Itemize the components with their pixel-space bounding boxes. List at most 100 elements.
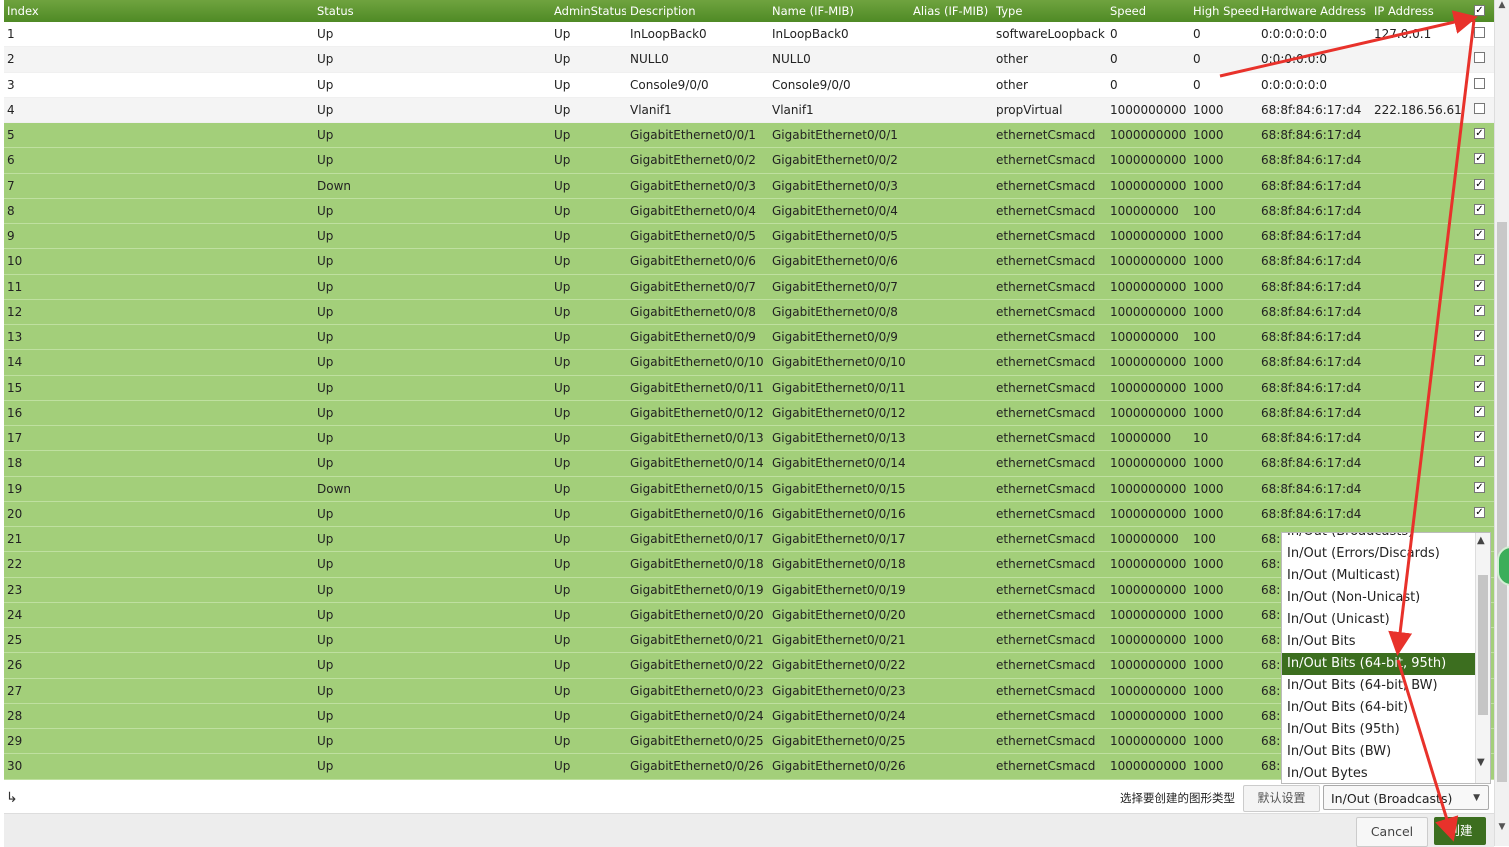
- table-row[interactable]: 20 Up Up GigabitEthernet0/0/16 GigabitEthern…: [4, 501, 1494, 527]
- cell-type: ethernetCsmacd: [996, 304, 1096, 319]
- table-row[interactable]: 4 Up Up Vlanif1 Vlanif1 propVirtual 1000000000…: [4, 97, 1494, 123]
- cell-index: 28: [7, 708, 23, 723]
- table-row[interactable]: 29 Up Up GigabitEthernet0/0/25 GigabitEthern…: [4, 729, 1494, 755]
- select-all-checkbox[interactable]: [1474, 5, 1485, 16]
- dropdown-option[interactable]: In/Out Bits: [1282, 631, 1476, 653]
- column-header-hw[interactable]: Hardware Address: [1261, 0, 1373, 22]
- column-header-ip[interactable]: IP Address: [1374, 0, 1469, 22]
- cell-status: Up: [317, 355, 334, 370]
- cell-admin: Up: [554, 102, 571, 117]
- table-row[interactable]: 19 Down Up GigabitEthernet0/0/15 GigabitEthe…: [4, 476, 1494, 502]
- cell-type: ethernetCsmacd: [996, 229, 1096, 243]
- table-row[interactable]: 3 Up Up Console9/0/0 Console9/0/0 other 0 0 0:0:…: [4, 72, 1494, 98]
- scroll-down-icon[interactable]: ▼: [1496, 822, 1508, 836]
- table-row[interactable]: 27 Up Up GigabitEthernet0/0/23 GigabitEthern…: [4, 678, 1494, 704]
- dropdown-option[interactable]: In/Out Bits (64-bit): [1282, 697, 1476, 719]
- row-checkbox[interactable]: [1474, 330, 1485, 341]
- row-checkbox[interactable]: [1474, 380, 1485, 392]
- row-checkbox[interactable]: [1474, 405, 1485, 417]
- column-header-desc[interactable]: Description: [630, 0, 770, 22]
- table-row[interactable]: 10 Up Up GigabitEthernet0/0/6 GigabitEtherne…: [4, 249, 1494, 275]
- table-row[interactable]: 26 Up Up GigabitEthernet0/0/22 GigabitEthern…: [4, 653, 1494, 679]
- dropdown-option[interactable]: In/Out (Errors/Discards): [1282, 543, 1476, 565]
- column-header-name[interactable]: Name (IF-MIB): [772, 0, 912, 22]
- row-checkbox[interactable]: [1474, 254, 1485, 266]
- dropdown-option[interactable]: In/Out Bits (64-bit, BW): [1282, 675, 1476, 697]
- table-row[interactable]: 17 Up Up GigabitEthernet0/0/13 GigabitEthern…: [4, 426, 1494, 452]
- row-checkbox[interactable]: [1474, 279, 1485, 291]
- cell-speed: 1000000000: [1110, 658, 1187, 673]
- dropdown-option[interactable]: In/Out (Broadcasts): [1282, 533, 1476, 543]
- cell-admin: Up: [554, 506, 571, 521]
- table-row[interactable]: 22 Up Up GigabitEthernet0/0/18 GigabitEthern…: [4, 552, 1494, 578]
- chevron-up-icon[interactable]: ▲: [1477, 535, 1485, 546]
- dropdown-option[interactable]: In/Out Bits (95th): [1282, 719, 1476, 741]
- table-row[interactable]: 15 Up Up GigabitEthernet0/0/11 GigabitEthern…: [4, 375, 1494, 401]
- table-row[interactable]: 14 Up Up GigabitEthernet0/0/10 GigabitEthern…: [4, 350, 1494, 376]
- table-row[interactable]: 13 Up Up GigabitEthernet0/0/9 GigabitEtherne…: [4, 325, 1494, 351]
- row-checkbox[interactable]: [1474, 153, 1485, 165]
- cell-hs: 0: [1193, 27, 1201, 41]
- table-row[interactable]: 23 Up Up GigabitEthernet0/0/19 GigabitEthern…: [4, 577, 1494, 603]
- row-checkbox[interactable]: [1474, 178, 1485, 190]
- cell-status: Up: [317, 229, 334, 243]
- graph-type-select[interactable]: In/Out (Broadcasts) ▼: [1323, 785, 1489, 810]
- row-checkbox[interactable]: [1474, 102, 1485, 114]
- page-scrollbar-thumb[interactable]: [1497, 222, 1507, 782]
- row-checkbox[interactable]: [1474, 203, 1485, 215]
- cancel-button[interactable]: Cancel: [1356, 817, 1428, 847]
- floating-badge[interactable]: [1497, 546, 1509, 586]
- row-checkbox[interactable]: [1474, 481, 1485, 493]
- cell-status: Up: [317, 128, 334, 142]
- chevron-down-icon[interactable]: ▼: [1477, 757, 1485, 768]
- table-row[interactable]: 2 Up Up NULL0 NULL0 other 0 0 0:0:0:0:0:0: [4, 47, 1494, 73]
- table-row[interactable]: 6 Up Up GigabitEthernet0/0/2 GigabitEthernet…: [4, 148, 1494, 174]
- graph-type-dropdown[interactable]: In/Out (Broadcasts)In/Out (Errors/Discar…: [1281, 532, 1491, 784]
- table-row[interactable]: 21 Up Up GigabitEthernet0/0/17 GigabitEthern…: [4, 527, 1494, 553]
- table-row[interactable]: 28 Up Up GigabitEthernet0/0/24 GigabitEthern…: [4, 703, 1494, 729]
- row-checkbox[interactable]: [1474, 304, 1485, 316]
- table-row[interactable]: 9 Up Up GigabitEthernet0/0/5 GigabitEthernet…: [4, 224, 1494, 250]
- row-checkbox[interactable]: [1474, 128, 1485, 139]
- default-settings-button[interactable]: 默认设置: [1243, 785, 1320, 812]
- table-row[interactable]: 8 Up Up GigabitEthernet0/0/4 GigabitEthernet…: [4, 198, 1494, 224]
- table-row[interactable]: 7 Down Up GigabitEthernet0/0/3 GigabitEthern…: [4, 173, 1494, 199]
- cell-status: Up: [317, 456, 334, 471]
- table-row[interactable]: 11 Up Up GigabitEthernet0/0/7 GigabitEtherne…: [4, 274, 1494, 300]
- row-checkbox[interactable]: [1474, 229, 1485, 240]
- table-row[interactable]: 30 Up Up GigabitEthernet0/0/26 GigabitEthern…: [4, 754, 1494, 780]
- table-row[interactable]: 18 Up Up GigabitEthernet0/0/14 GigabitEthern…: [4, 451, 1494, 477]
- table-row[interactable]: 1 Up Up InLoopBack0 InLoopBack0 softwareLoopb…: [4, 22, 1494, 48]
- row-checkbox[interactable]: [1474, 431, 1485, 442]
- dropdown-option[interactable]: In/Out (Multicast): [1282, 565, 1476, 587]
- column-header-hs[interactable]: High Speed: [1193, 0, 1259, 22]
- cell-admin: Up: [554, 355, 571, 370]
- table-row[interactable]: 24 Up Up GigabitEthernet0/0/20 GigabitEthern…: [4, 602, 1494, 628]
- dropdown-option[interactable]: In/Out (Unicast): [1282, 609, 1476, 631]
- row-checkbox[interactable]: [1474, 27, 1485, 38]
- cell-desc: GigabitEthernet0/0/5: [630, 229, 756, 243]
- row-checkbox[interactable]: [1474, 77, 1485, 89]
- table-row[interactable]: 25 Up Up GigabitEthernet0/0/21 GigabitEthern…: [4, 628, 1494, 654]
- cell-type: ethernetCsmacd: [996, 759, 1096, 774]
- dropdown-option[interactable]: In/Out Bytes: [1282, 763, 1476, 783]
- column-header-alias[interactable]: Alias (IF-MIB): [913, 0, 993, 22]
- row-checkbox[interactable]: [1474, 52, 1485, 64]
- row-checkbox[interactable]: [1474, 355, 1485, 367]
- table-row[interactable]: 12 Up Up GigabitEthernet0/0/8 GigabitEtherne…: [4, 299, 1494, 325]
- dropdown-scrollbar-thumb[interactable]: [1478, 575, 1488, 715]
- row-checkbox[interactable]: [1474, 456, 1485, 468]
- column-header-index[interactable]: Index: [7, 0, 307, 22]
- row-checkbox[interactable]: [1474, 506, 1485, 518]
- scroll-up-icon[interactable]: ▲: [1496, 0, 1508, 14]
- table-row[interactable]: 5 Up Up GigabitEthernet0/0/1 GigabitEthernet…: [4, 123, 1494, 149]
- column-header-status[interactable]: Status: [317, 0, 547, 22]
- create-button[interactable]: 创建: [1434, 817, 1486, 845]
- dropdown-option[interactable]: In/Out (Non-Unicast): [1282, 587, 1476, 609]
- column-header-admin[interactable]: AdminStatus: [554, 0, 626, 22]
- dropdown-option[interactable]: In/Out Bits (BW): [1282, 741, 1476, 763]
- table-row[interactable]: 16 Up Up GigabitEthernet0/0/12 GigabitEthern…: [4, 400, 1494, 426]
- column-header-speed[interactable]: Speed: [1110, 0, 1192, 22]
- column-header-type[interactable]: Type: [996, 0, 1108, 22]
- dropdown-option[interactable]: In/Out Bits (64-bit, 95th): [1282, 653, 1476, 675]
